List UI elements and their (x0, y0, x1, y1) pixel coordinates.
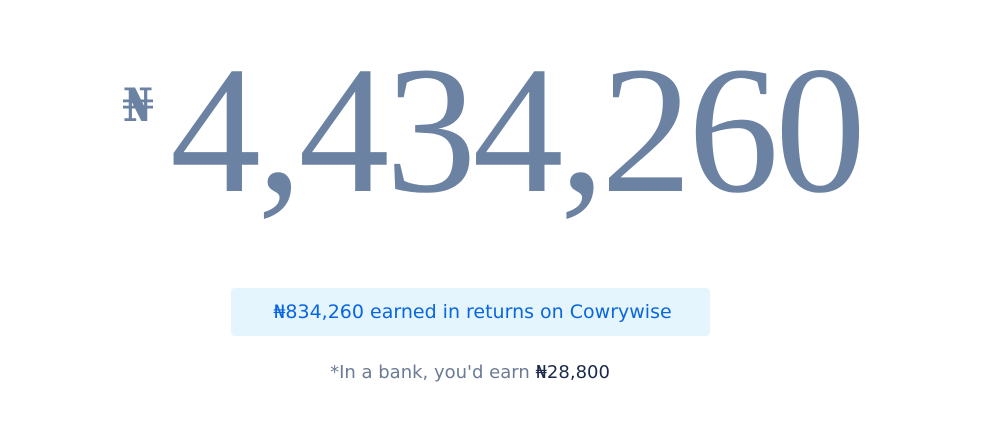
bank-note-amount: ₦28,800 (535, 362, 610, 383)
savings-calculator-result: ₦ 4,434,260 ₦834,260 earned in returns o… (0, 0, 985, 429)
naira-symbol: ₦ (122, 78, 155, 132)
projected-amount: ₦ 4,434,260 (0, 0, 985, 260)
returns-badge-text: ₦834,260 earned in returns on Cowrywise (273, 301, 672, 323)
projected-amount-value: 4,434,260 (170, 30, 866, 231)
returns-badge: ₦834,260 earned in returns on Cowrywise (231, 288, 710, 336)
bank-note-prefix: *In a bank, you'd earn (330, 362, 536, 383)
bank-comparison-note: *In a bank, you'd earn ₦28,800 (0, 362, 940, 383)
